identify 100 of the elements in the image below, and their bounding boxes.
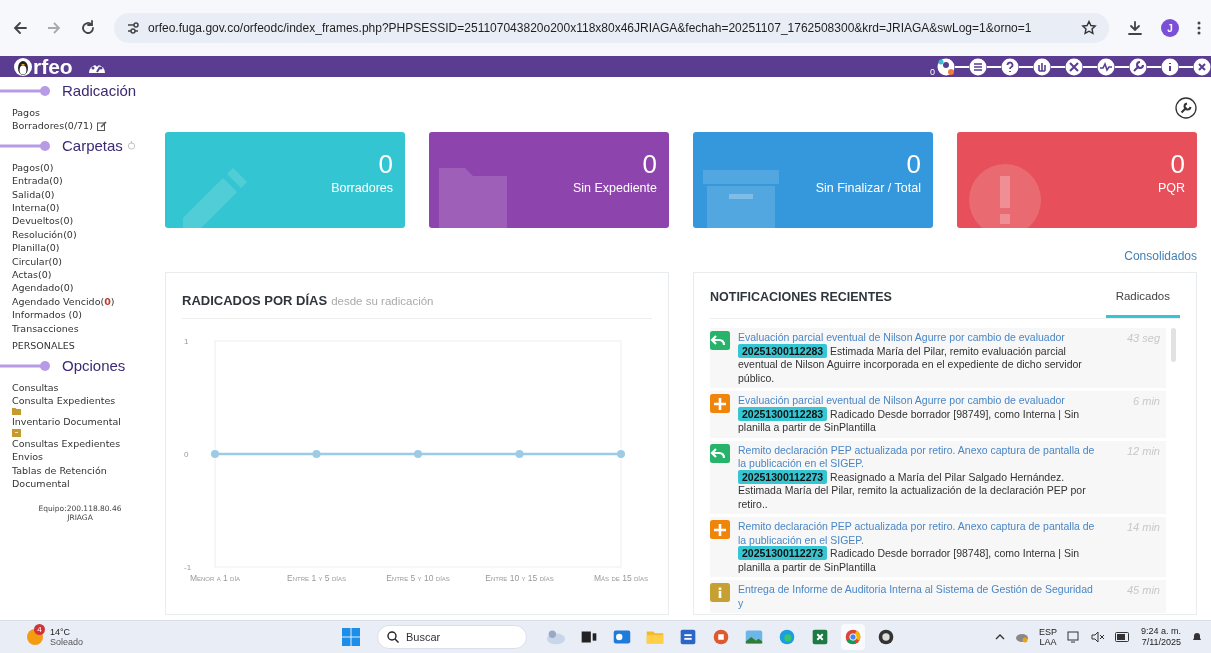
stat-label: PQR bbox=[1156, 181, 1185, 195]
language-text[interactable]: ESP bbox=[1038, 627, 1057, 637]
sidebar-link[interactable]: Salida(0) bbox=[12, 187, 55, 202]
section-heading: Carpetas bbox=[62, 136, 123, 155]
data-point bbox=[515, 450, 524, 458]
axis-label: Entre 10 y 15 días bbox=[485, 573, 554, 583]
notification-item[interactable] bbox=[710, 517, 1166, 577]
list-icon[interactable] bbox=[969, 57, 987, 76]
clock-time[interactable]: 9:24 a. m. bbox=[1140, 626, 1181, 637]
axis-label: Más de 15 días bbox=[594, 573, 648, 583]
info-icon[interactable] bbox=[1161, 57, 1179, 76]
profile-avatar[interactable]: J bbox=[1161, 19, 1179, 37]
notification-text: 20251300112283 Estimada María del Pilar, remito evaluación parcial eventual de Nilson Aguirre incorporada en el expediente de dicho servidor público. bbox=[738, 344, 1083, 385]
archive-icon[interactable] bbox=[12, 428, 21, 437]
sidebar-link[interactable]: Borradores(0/71) bbox=[12, 119, 93, 133]
reload-icon[interactable] bbox=[80, 20, 96, 36]
sidebar-link[interactable]: Circular(0) bbox=[12, 254, 63, 269]
sidebar-link[interactable]: Inventario Documental bbox=[12, 415, 121, 429]
notification-title[interactable]: Remito declaración PEP actualizada por retiro. Anexo captura de pantalla de la publicación en el SIGEP. bbox=[738, 520, 1098, 547]
stat-label: Sin Expediente bbox=[571, 181, 657, 195]
stat-card[interactable]: 0 Sin Expediente bbox=[429, 132, 669, 228]
sidebar-link[interactable]: Entrada(0) bbox=[12, 174, 63, 188]
penguin-logo-icon bbox=[13, 56, 33, 77]
sidebar-label: PERSONALES bbox=[12, 339, 75, 353]
notification-title[interactable]: Entrega de Informe de Auditoria Interna al Sistema de Gestión de Seguridad y bbox=[738, 583, 1098, 610]
address-bar[interactable]: orfeo.fuga.gov.co/orfeodc/index_frames.php?PHPSESSID=251107043820o200x118x80x46JRIAGA&fechah=20251107_1762508300&krd=JRIAGA&swLog=1&orno=1 bbox=[114, 13, 1109, 43]
close-icon[interactable] bbox=[1193, 57, 1211, 76]
plus-icon bbox=[710, 394, 730, 413]
sidebar-link[interactable]: Devueltos(0) bbox=[12, 214, 74, 228]
stat-label: Borradores bbox=[330, 181, 393, 195]
data-point bbox=[312, 450, 321, 458]
download-icon[interactable] bbox=[1127, 20, 1143, 36]
menu-icon[interactable] bbox=[1197, 20, 1201, 36]
sidebar-link[interactable]: Resolución(0) bbox=[12, 227, 77, 242]
stat-label: Sin Finalizar / Total bbox=[814, 181, 921, 195]
data-point bbox=[211, 450, 219, 458]
wrench-icon[interactable] bbox=[1175, 97, 1197, 119]
info-icon bbox=[710, 583, 730, 602]
stat-value: 0 bbox=[377, 150, 393, 178]
network-icon[interactable] bbox=[1066, 631, 1081, 643]
sidebar-link[interactable]: Agendado(0) bbox=[12, 281, 74, 295]
sidebar-link[interactable]: Tablas de Retención Documental bbox=[12, 463, 160, 491]
sidebar-link[interactable]: Consulta Expedientes bbox=[12, 393, 116, 408]
weather-text: Soleado bbox=[50, 637, 84, 647]
sidebar-link[interactable]: Envios bbox=[12, 450, 44, 464]
stat-card[interactable]: 0 PQR bbox=[957, 132, 1197, 228]
search-field[interactable]: Buscar bbox=[377, 625, 527, 649]
temperature-text: 14°C bbox=[50, 627, 72, 637]
section-heading: Opciones bbox=[62, 356, 126, 375]
start-icon[interactable] bbox=[342, 628, 360, 646]
sidebar-link[interactable]: Pagos bbox=[12, 106, 40, 120]
help-icon[interactable] bbox=[1001, 57, 1019, 76]
reply-icon bbox=[710, 331, 730, 350]
sidebar-link[interactable]: Planilla(0) bbox=[12, 241, 60, 255]
sidebar-link[interactable]: Pagos(0) bbox=[12, 160, 54, 175]
notification-title[interactable]: Remito declaración PEP actualizada por retiro. Anexo captura de pantalla de la publicación en el SIGEP. bbox=[738, 443, 1098, 471]
scrollbar[interactable] bbox=[1171, 328, 1176, 362]
notification-title[interactable]: Evaluación parcial eventual de Nilson Agurre por cambio de evaluador bbox=[738, 394, 1098, 408]
sidebar-link[interactable]: Interna(0) bbox=[12, 201, 60, 215]
stat-value: 0 bbox=[905, 150, 921, 178]
data-point bbox=[414, 450, 422, 458]
chevron-up-icon[interactable] bbox=[994, 633, 1005, 641]
consolidados-link[interactable]: Consolidados bbox=[1124, 249, 1197, 263]
axis-label: 1 bbox=[184, 337, 189, 346]
site-settings-icon[interactable] bbox=[126, 21, 140, 35]
notification-item[interactable] bbox=[710, 328, 1166, 388]
notification-item[interactable] bbox=[710, 440, 1166, 514]
tab[interactable]: Radicados bbox=[1105, 273, 1180, 318]
stat-value: 0 bbox=[1169, 150, 1185, 178]
sidebar-link[interactable]: Consultas Expedientes bbox=[12, 436, 121, 451]
pulse-icon[interactable] bbox=[1097, 57, 1115, 76]
panel-subtitle: desde su radicación bbox=[331, 295, 434, 307]
notification-text: 20251300112283 Radicado Desde borrador [98749], como Interna | Sin planilla a partir de SinPlantilla bbox=[738, 407, 1081, 435]
star-icon[interactable] bbox=[1081, 20, 1097, 36]
sidebar-link[interactable]: Transacciones bbox=[12, 321, 79, 336]
sidebar-link[interactable]: Informados (0) bbox=[12, 308, 83, 322]
edit-icon[interactable] bbox=[96, 121, 107, 132]
folder-icon[interactable] bbox=[12, 407, 21, 416]
axis-label: Menor a 1 día bbox=[189, 573, 241, 583]
notification-count: 0 bbox=[930, 67, 935, 77]
cloud-icon[interactable] bbox=[1014, 631, 1029, 643]
sidebar-link[interactable]: Consultas bbox=[12, 380, 59, 394]
sidebar-link[interactable]: Agendado Vencido(0) bbox=[12, 294, 115, 309]
search-icon bbox=[387, 631, 399, 643]
back-icon[interactable] bbox=[12, 20, 28, 36]
wrench-icon[interactable] bbox=[1129, 57, 1147, 76]
axis-label: Entre 5 y 10 días bbox=[386, 573, 450, 583]
panel-title: NOTIFICACIONES RECIENTES bbox=[710, 289, 892, 304]
plus-icon bbox=[710, 520, 730, 539]
layout-text[interactable]: LAA bbox=[1038, 637, 1057, 647]
notification-text: 20251300112273 Reasignado a María del Pilar Salgado Hernández. Estimada María del Pilar, remito la actualización de la declaración PEP por retiro.. bbox=[738, 470, 1087, 511]
battery-icon[interactable] bbox=[1114, 632, 1131, 642]
sidebar-link[interactable]: Actas(0) bbox=[12, 268, 52, 282]
axis-label: -1 bbox=[184, 563, 192, 572]
volume-icon[interactable] bbox=[1090, 631, 1105, 643]
notification-title[interactable]: Evaluación parcial eventual de Nilson Agurre por cambio de evaluador bbox=[738, 331, 1098, 345]
section-heading: Radicación bbox=[62, 82, 137, 100]
clock-date[interactable]: 7/11/2025 bbox=[1140, 637, 1181, 648]
notification-bell-icon[interactable] bbox=[1191, 631, 1203, 643]
panel-title: RADICADOS POR DÍAS bbox=[182, 293, 328, 308]
